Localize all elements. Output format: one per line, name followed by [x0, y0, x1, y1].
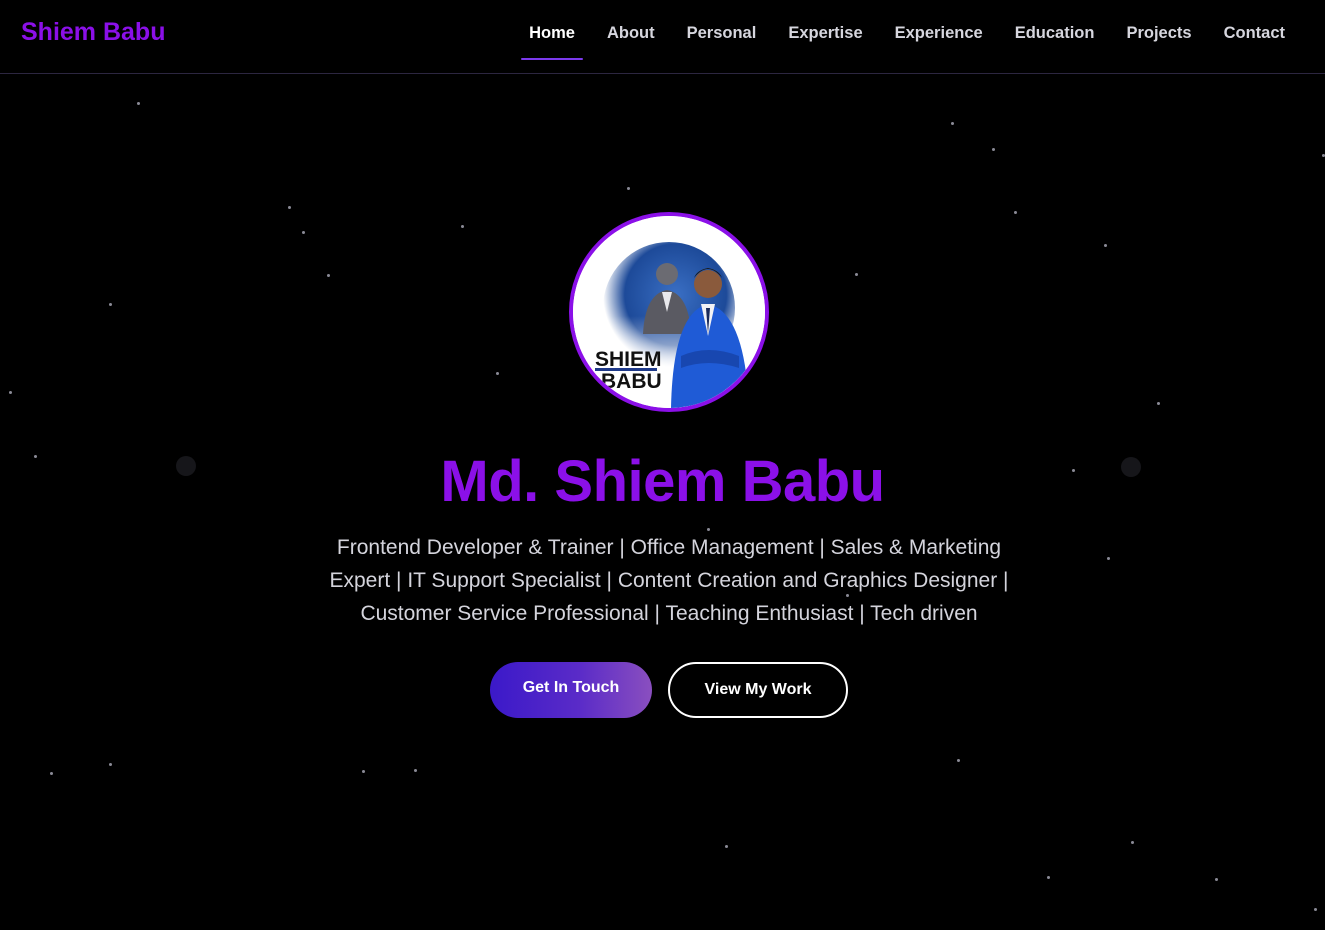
nav-item-personal[interactable]: Personal [671, 24, 773, 60]
nav-item-about[interactable]: About [591, 24, 671, 60]
nav-item-home[interactable]: Home [513, 24, 591, 60]
hero-tagline: Frontend Developer & Trainer | Office Ma… [329, 536, 1009, 625]
nav-item-contact[interactable]: Contact [1208, 24, 1301, 60]
hero-name-heading: Md. Shiem Babu [440, 449, 885, 514]
top-navbar: Shiem Babu Home About Personal Expertise… [0, 0, 1325, 74]
profile-avatar: SHIEM BABU [569, 212, 769, 412]
view-my-work-button[interactable]: View My Work [668, 662, 848, 718]
brand-logo[interactable]: Shiem Babu [21, 18, 165, 47]
nav-item-experience[interactable]: Experience [879, 24, 999, 60]
avatar-text-babu: BABU [601, 370, 662, 393]
nav-item-projects[interactable]: Projects [1110, 24, 1207, 60]
nav-item-expertise[interactable]: Expertise [772, 24, 878, 60]
nav-item-education[interactable]: Education [999, 24, 1111, 60]
nav-links: Home About Personal Expertise Experience… [513, 24, 1301, 60]
portfolio-page: Shiem Babu Home About Personal Expertise… [0, 0, 1325, 930]
get-in-touch-button[interactable]: Get In Touch [490, 662, 652, 718]
avatar-text-shiem: SHIEM [595, 348, 662, 371]
